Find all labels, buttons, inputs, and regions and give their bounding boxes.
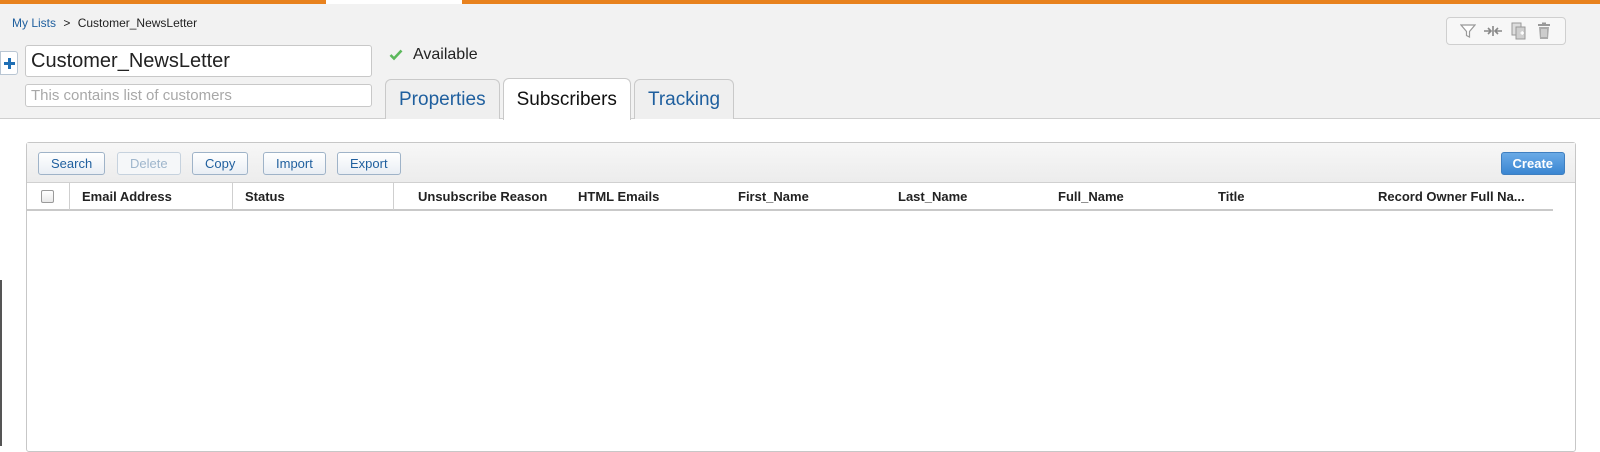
- grid-body: [27, 213, 1575, 451]
- select-all-checkbox[interactable]: [41, 190, 54, 203]
- window-left-edge: [0, 280, 2, 446]
- list-name-input[interactable]: [25, 45, 372, 77]
- status-label: Available: [413, 46, 478, 63]
- column-header-first-name[interactable]: First_Name: [726, 183, 886, 210]
- plus-icon: [3, 57, 15, 69]
- subscribers-toolbar: Search Delete Copy Import Export Create: [27, 143, 1575, 183]
- column-header-html-emails[interactable]: HTML Emails: [566, 183, 726, 210]
- record-toolbar: [1446, 17, 1566, 45]
- tab-subscribers[interactable]: Subscribers: [502, 78, 631, 120]
- tab-properties[interactable]: Properties: [385, 79, 500, 119]
- duplicate-icon[interactable]: [1509, 21, 1529, 41]
- column-header-record-owner[interactable]: Record Owner Full Na...: [1366, 183, 1552, 210]
- search-button[interactable]: Search: [38, 152, 106, 175]
- breadcrumb-separator: >: [63, 16, 71, 30]
- column-header-status[interactable]: Status: [233, 183, 394, 210]
- create-button[interactable]: Create: [1500, 152, 1565, 175]
- subscribers-panel: Search Delete Copy Import Export Create …: [26, 142, 1576, 452]
- column-header-full-name[interactable]: Full_Name: [1046, 183, 1206, 210]
- tab-tracking[interactable]: Tracking: [633, 79, 735, 119]
- add-button[interactable]: [0, 51, 18, 75]
- tab-bar: Properties Subscribers Tracking: [385, 77, 737, 120]
- column-header-last-name[interactable]: Last_Name: [886, 183, 1046, 210]
- breadcrumb: My Lists > Customer_NewsLetter: [12, 16, 197, 30]
- import-button[interactable]: Import: [263, 152, 326, 175]
- copy-button[interactable]: Copy: [192, 152, 249, 175]
- column-header-title[interactable]: Title: [1206, 183, 1366, 210]
- select-all-cell: [27, 183, 70, 210]
- column-header-unsubscribe-reason[interactable]: Unsubscribe Reason: [406, 183, 566, 210]
- filter-icon[interactable]: [1458, 21, 1478, 41]
- check-icon: [389, 49, 403, 61]
- delete-button[interactable]: Delete: [117, 152, 181, 175]
- column-header-email[interactable]: Email Address: [70, 183, 233, 210]
- trash-icon[interactable]: [1534, 21, 1554, 41]
- breadcrumb-current: Customer_NewsLetter: [77, 16, 198, 30]
- breadcrumb-my-lists-link[interactable]: My Lists: [12, 16, 56, 30]
- grid-header: Email Address Status Unsubscribe Reason …: [27, 183, 1553, 211]
- export-button[interactable]: Export: [337, 152, 401, 175]
- list-status: Available: [389, 46, 478, 64]
- merge-icon[interactable]: [1483, 21, 1503, 41]
- list-description-input[interactable]: [25, 84, 372, 107]
